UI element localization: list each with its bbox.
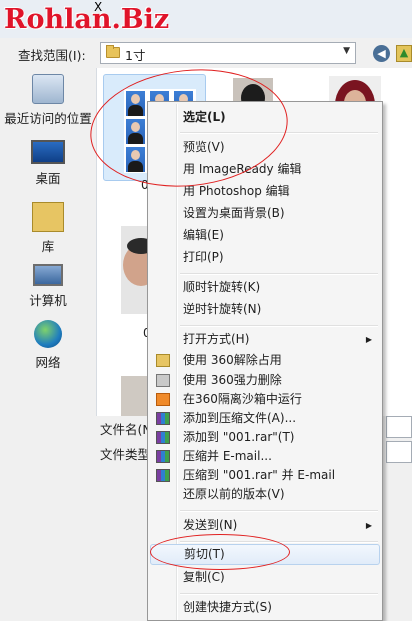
look-in-dropdown[interactable]: 1寸 ▼ [100, 42, 356, 64]
place-library[interactable]: 库 [0, 202, 96, 255]
menu-item-360-shred[interactable]: 使用 360强力删除 [150, 370, 380, 391]
look-in-value: 1寸 [125, 48, 146, 63]
360-sandbox-icon [156, 393, 170, 406]
place-desktop[interactable]: 桌面 [0, 140, 96, 187]
menu-item-rotate-cw[interactable]: 顺时针旋转(K) [150, 277, 380, 298]
menu-item-open-with[interactable]: 打开方式(H) ▶ [150, 329, 380, 350]
menu-separator [180, 273, 378, 275]
menu-item-rotate-ccw[interactable]: 逆时针旋转(N) [150, 299, 380, 320]
place-computer[interactable]: 计算机 [0, 264, 96, 309]
place-label: 桌面 [35, 171, 61, 186]
winrar-icon [156, 431, 170, 444]
menu-separator [180, 510, 378, 512]
menu-item-restore-versions[interactable]: 还原以前的版本(V) [150, 484, 380, 505]
winrar-icon [156, 469, 170, 482]
title-fragment: X [94, 0, 103, 14]
places-bar: 最近访问的位置 桌面 库 计算机 网络 [0, 68, 96, 611]
place-label: 库 [41, 239, 55, 254]
file-type-select[interactable] [386, 441, 412, 463]
file-name-input[interactable] [386, 416, 412, 438]
computer-icon [33, 264, 63, 286]
look-in-label: 查找范围(I): [18, 48, 86, 63]
menu-item-print[interactable]: 打印(P) [150, 247, 380, 268]
shredder-icon [156, 374, 170, 387]
submenu-arrow-icon: ▶ [365, 521, 372, 530]
folder-icon [106, 45, 120, 58]
watermark-logo: Rohlan.Biz [4, 4, 170, 35]
recent-places-icon [32, 74, 64, 104]
file-type-label: 文件类型 [100, 447, 151, 462]
back-arrow-icon[interactable]: ◀ [373, 45, 390, 62]
annotation-ellipse-cut [150, 534, 290, 570]
chevron-down-icon[interactable]: ▼ [343, 46, 350, 56]
place-label: 最近访问的位置 [4, 111, 92, 126]
menu-item-add-to-rar[interactable]: 添加到 "001.rar"(T) [150, 427, 380, 448]
submenu-arrow-icon: ▶ [365, 335, 372, 344]
menu-item-send-to[interactable]: 发送到(N) ▶ [150, 515, 380, 536]
up-folder-icon[interactable]: ▲ [396, 45, 412, 62]
menu-item-compress-rar-email[interactable]: 压缩到 "001.rar" 并 E-mail [150, 465, 380, 486]
menu-item-add-to-archive[interactable]: 添加到压缩文件(A)... [150, 408, 380, 429]
menu-separator [180, 593, 378, 595]
place-label: 计算机 [29, 293, 67, 308]
desktop-icon [31, 140, 65, 164]
menu-separator [180, 325, 378, 327]
menu-item-copy[interactable]: 复制(C) [150, 567, 380, 588]
library-icon [32, 202, 64, 232]
360-unlock-icon [156, 354, 170, 367]
winrar-icon [156, 412, 170, 425]
menu-item-create-shortcut[interactable]: 创建快捷方式(S) [150, 597, 380, 618]
menu-item-360-sandbox[interactable]: 在360隔离沙箱中运行 [150, 389, 380, 410]
file-thumbnail[interactable] [121, 376, 149, 416]
menu-item-edit[interactable]: 编辑(E) [150, 225, 380, 246]
winrar-icon [156, 450, 170, 463]
menu-item-set-desktop-bg[interactable]: 设置为桌面背景(B) [150, 203, 380, 224]
network-icon [34, 320, 62, 348]
file-name-label: 文件名(N [100, 422, 152, 437]
menu-item-compress-email[interactable]: 压缩并 E-mail... [150, 446, 380, 467]
place-recent[interactable]: 最近访问的位置 [0, 74, 96, 127]
menu-item-360-unlock[interactable]: 使用 360解除占用 [150, 350, 380, 371]
place-label: 网络 [35, 355, 61, 370]
place-network[interactable]: 网络 [0, 320, 96, 371]
